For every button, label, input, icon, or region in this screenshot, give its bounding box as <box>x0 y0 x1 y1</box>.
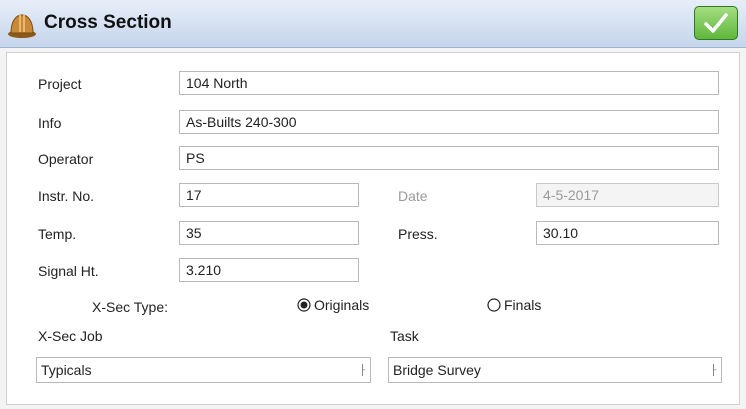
xsec-type-label: X-Sec Type: <box>92 299 169 315</box>
temp-label: Temp. <box>38 226 77 242</box>
press-field[interactable]: 30.10 <box>536 221 719 245</box>
date-label: Date <box>398 188 428 204</box>
info-label: Info <box>38 115 62 131</box>
temp-field[interactable]: 35 <box>179 221 359 245</box>
dropdown-arrow-icon: - <box>713 364 717 376</box>
instr-no-label: Instr. No. <box>38 188 95 204</box>
radio-finals-label: Finals <box>504 297 542 313</box>
signal-ht-field[interactable]: 3.210 <box>179 258 359 282</box>
operator-field[interactable]: PS <box>179 146 719 170</box>
instr-no-field[interactable]: 17 <box>179 183 359 207</box>
radio-finals[interactable]: Finals <box>487 297 541 313</box>
task-value: Bridge Survey <box>393 362 481 378</box>
press-label: Press. <box>398 226 438 242</box>
task-label: Task <box>390 328 419 344</box>
ok-button[interactable] <box>694 6 738 40</box>
hardhat-icon <box>8 14 36 38</box>
task-select[interactable]: Bridge Survey - <box>388 357 722 383</box>
check-icon <box>704 13 728 33</box>
radio-selected-icon <box>297 298 311 312</box>
title-bar: Cross Section <box>0 0 746 48</box>
info-field[interactable]: As-Builts 240-300 <box>179 110 719 134</box>
xsec-job-select[interactable]: Typicals - <box>36 357 371 383</box>
operator-label: Operator <box>38 151 94 167</box>
project-label: Project <box>38 76 82 92</box>
radio-originals-label: Originals <box>314 297 370 313</box>
radio-originals[interactable]: Originals <box>297 297 369 313</box>
xsec-job-label: X-Sec Job <box>38 328 103 344</box>
date-field: 4-5-2017 <box>536 183 719 207</box>
signal-ht-label: Signal Ht. <box>38 263 99 279</box>
dropdown-arrow-icon: - <box>362 364 366 376</box>
window-title: Cross Section <box>44 12 172 33</box>
project-field[interactable]: 104 North <box>179 71 719 95</box>
radio-unselected-icon <box>487 298 501 312</box>
xsec-job-value: Typicals <box>41 362 92 378</box>
